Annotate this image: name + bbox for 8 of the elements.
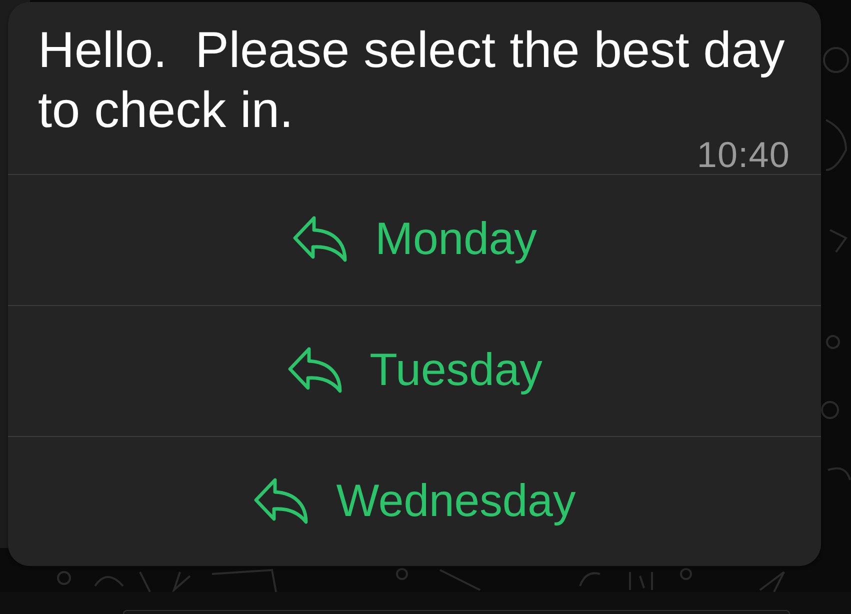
message-text: Hello. Please select the best day to check in. [38, 20, 786, 140]
quick-reply-button[interactable]: Monday [8, 174, 821, 305]
quick-reply-button[interactable]: Wednesday [8, 436, 821, 566]
reply-icon [286, 346, 343, 394]
reply-icon [292, 215, 348, 263]
message-time: 10:40 [696, 142, 790, 168]
quick-reply-button[interactable]: Tuesday [8, 305, 821, 436]
reply-icon [253, 476, 310, 524]
